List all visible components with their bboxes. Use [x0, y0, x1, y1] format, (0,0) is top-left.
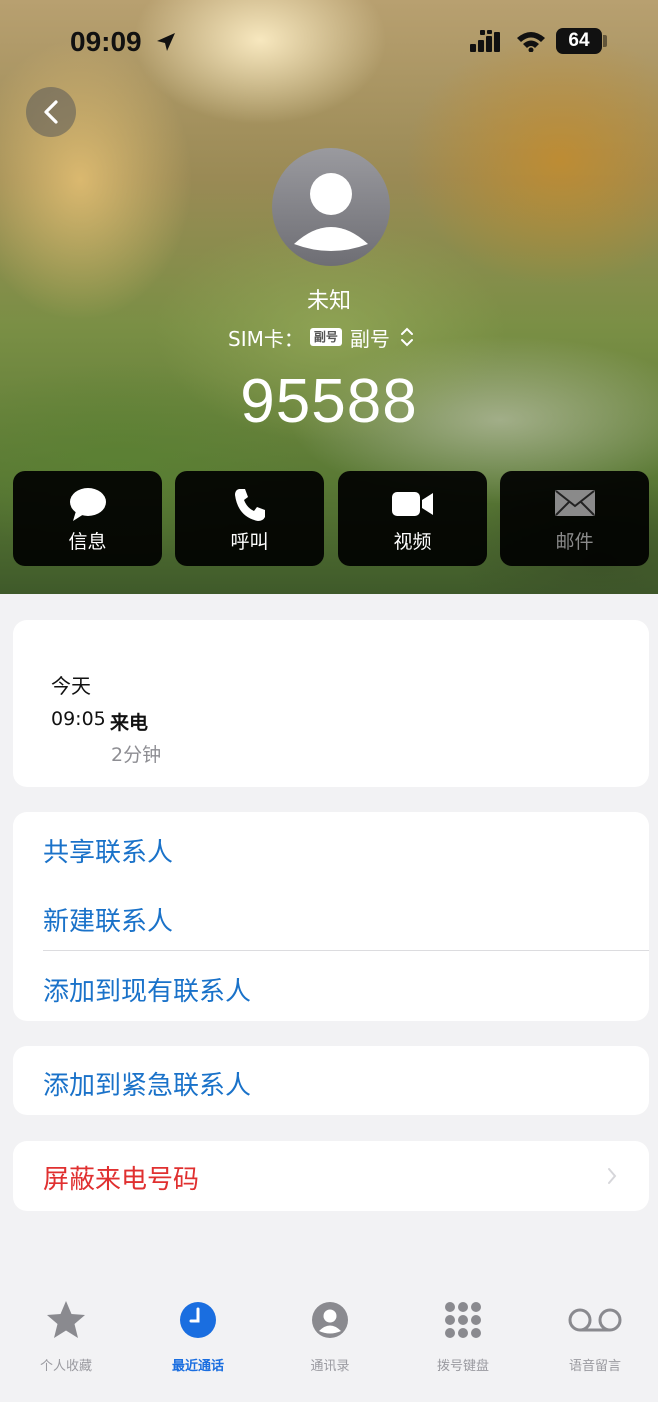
tab-keypad-label: 拨号键盘 [436, 1359, 489, 1374]
tab-keypad[interactable]: 拨号键盘 [403, 1295, 523, 1374]
video-button[interactable]: 视频 [338, 471, 487, 566]
status-time: 09:09 [70, 26, 142, 57]
mail-button[interactable]: 邮件 [500, 471, 649, 566]
tab-recents[interactable]: 最近通话 [138, 1295, 258, 1374]
tab-recents-label: 最近通话 [171, 1359, 224, 1374]
status-bar: 09:09 64 [0, 0, 658, 84]
back-button[interactable] [26, 87, 76, 137]
phone-icon [234, 489, 265, 521]
contact-name: 未知 [306, 289, 351, 314]
mail-button-label: 邮件 [555, 531, 594, 553]
video-button-label: 视频 [393, 531, 432, 553]
star-icon [47, 1301, 85, 1338]
tab-bar: 个人收藏 最近通话 通讯录 拨号键盘 语音留言 [0, 1295, 658, 1402]
add-to-existing-contact-link[interactable]: 添加到现有联系人 [43, 971, 251, 1008]
call-button[interactable]: 呼叫 [175, 471, 324, 566]
tab-voicemail[interactable]: 语音留言 [535, 1295, 655, 1374]
cellular-signal-icon [470, 30, 500, 52]
tab-contacts[interactable]: 通讯录 [270, 1295, 390, 1374]
history-day: 今天 [51, 674, 91, 698]
video-camera-icon [391, 492, 433, 516]
share-contact-link[interactable]: 共享联系人 [43, 832, 173, 869]
contact-icon [312, 1302, 348, 1338]
battery-indicator: 64 [556, 28, 602, 54]
history-call-type: 来电 [110, 712, 149, 734]
clock-icon [180, 1302, 216, 1338]
mail-icon [554, 490, 595, 516]
chevron-up-down-icon [400, 327, 413, 347]
message-button[interactable]: 信息 [13, 471, 162, 566]
contact-header: 09:09 64 未知 SIM卡： 副号 副号 95588 信息 呼叫 视频 邮… [0, 0, 658, 594]
tab-favorites[interactable]: 个人收藏 [6, 1295, 126, 1374]
add-to-emergency-contact-link[interactable]: 添加到紧急联系人 [43, 1065, 251, 1102]
voicemail-icon [568, 1308, 622, 1332]
history-duration: 2分钟 [111, 744, 162, 766]
sim-label: SIM卡： [228, 326, 304, 351]
history-time: 09:05 [51, 708, 106, 730]
tab-contacts-label: 通讯录 [310, 1359, 350, 1374]
wifi-icon [517, 32, 545, 52]
message-button-label: 信息 [68, 531, 107, 553]
tab-favorites-label: 个人收藏 [39, 1359, 92, 1374]
message-bubble-icon [69, 488, 106, 521]
sim-badge-icon: 副号 [309, 328, 342, 346]
emergency-contact-card: 添加到紧急联系人 [13, 1046, 649, 1115]
sim-value: 副号 [349, 326, 390, 351]
chevron-left-icon [44, 100, 58, 124]
person-silhouette-icon [294, 173, 368, 251]
divider [43, 950, 649, 951]
call-history-card: 今天 09:05 来电 2分钟 [13, 620, 649, 787]
battery-cap [603, 35, 607, 47]
new-contact-link[interactable]: 新建联系人 [43, 901, 173, 938]
contact-avatar [272, 148, 390, 266]
block-caller-link[interactable]: 屏蔽来电号码 [43, 1159, 199, 1196]
contact-actions-card: 共享联系人 新建联系人 添加到现有联系人 [13, 812, 649, 1021]
call-button-label: 呼叫 [230, 531, 269, 553]
keypad-icon [445, 1302, 481, 1338]
chevron-right-icon [608, 1168, 617, 1184]
sim-selector[interactable]: SIM卡： 副号 副号 [228, 322, 414, 352]
tab-voicemail-label: 语音留言 [568, 1359, 621, 1374]
phone-number: 95588 [240, 367, 418, 436]
location-arrow-icon [157, 33, 175, 51]
block-caller-card[interactable]: 屏蔽来电号码 [13, 1141, 649, 1211]
